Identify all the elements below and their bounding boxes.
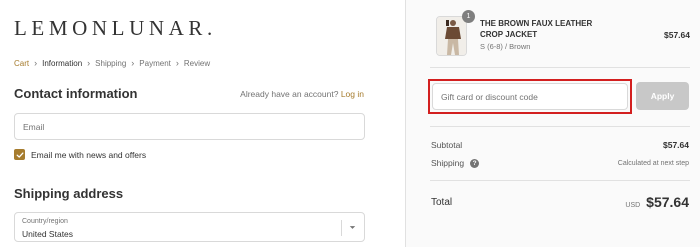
country-select[interactable]: Country/region United States: [14, 212, 365, 242]
discount-code-input[interactable]: [432, 83, 628, 110]
subtotal-row: Subtotal $57.64: [431, 140, 689, 150]
cart-line-item: 1 THE BROWN FAUX LEATHER CROP JACKET S (…: [436, 10, 692, 56]
chevron-right-icon: ›: [87, 58, 91, 68]
product-name: THE BROWN FAUX LEATHER CROP JACKET: [480, 19, 593, 39]
contact-information-heading: Contact information: [14, 86, 138, 101]
chevron-right-icon: ›: [175, 58, 179, 68]
account-prompt: Already have an account? Log in: [240, 89, 364, 99]
divider: [430, 67, 690, 68]
currency-code: USD: [625, 202, 641, 209]
chevron-down-icon: [349, 226, 356, 229]
checkmark-icon: [16, 151, 24, 158]
shipping-row: Shipping ? Calculated at next step: [431, 158, 689, 168]
apply-discount-button[interactable]: Apply: [636, 82, 689, 110]
breadcrumb-review: Review: [183, 58, 211, 68]
breadcrumb: Cart › Information › Shipping › Payment …: [14, 58, 210, 68]
shipping-label: Shipping: [431, 158, 465, 168]
total-label: Total: [431, 196, 453, 208]
subtotal-label: Subtotal: [431, 140, 463, 150]
breadcrumb-payment: Payment: [139, 58, 171, 68]
total-row: Total USD $57.64: [431, 194, 689, 210]
country-select-label: Country/region: [22, 218, 68, 225]
newsletter-checkbox[interactable]: [14, 149, 25, 160]
product-thumbnail: [436, 16, 467, 56]
breadcrumb-information: Information: [42, 58, 83, 68]
email-input[interactable]: [14, 113, 365, 140]
total-amount: $57.64: [646, 194, 689, 210]
shipping-label-group: Shipping ?: [431, 158, 480, 168]
divider: [430, 126, 690, 127]
newsletter-option[interactable]: Email me with news and offers: [14, 149, 146, 160]
product-image-icon: [437, 17, 466, 55]
store-logo[interactable]: LEMONLUNAR.: [14, 16, 217, 41]
breadcrumb-cart[interactable]: Cart: [14, 59, 29, 68]
divider: [430, 180, 690, 181]
newsletter-label: Email me with news and offers: [31, 149, 147, 160]
checkout-main: LEMONLUNAR. Cart › Information › Shippin…: [0, 0, 405, 247]
country-select-value: United States: [22, 229, 74, 239]
login-link[interactable]: Log in: [341, 89, 364, 99]
account-prompt-text: Already have an account?: [240, 89, 339, 99]
total-amount-group: USD $57.64: [625, 194, 689, 210]
chevron-right-icon: ›: [34, 58, 38, 68]
chevron-right-icon: ›: [131, 58, 135, 68]
discount-highlight: [428, 79, 632, 114]
quantity-badge: 1: [462, 10, 475, 23]
product-variant: S (6-8) / Brown: [480, 42, 531, 51]
shipping-value: Calculated at next step: [617, 159, 689, 167]
shipping-address-heading: Shipping address: [14, 186, 124, 201]
select-divider: [341, 220, 342, 236]
subtotal-value: $57.64: [663, 140, 689, 150]
help-icon[interactable]: ?: [470, 158, 480, 168]
breadcrumb-shipping: Shipping: [95, 58, 127, 68]
product-price: $57.64: [664, 30, 690, 40]
